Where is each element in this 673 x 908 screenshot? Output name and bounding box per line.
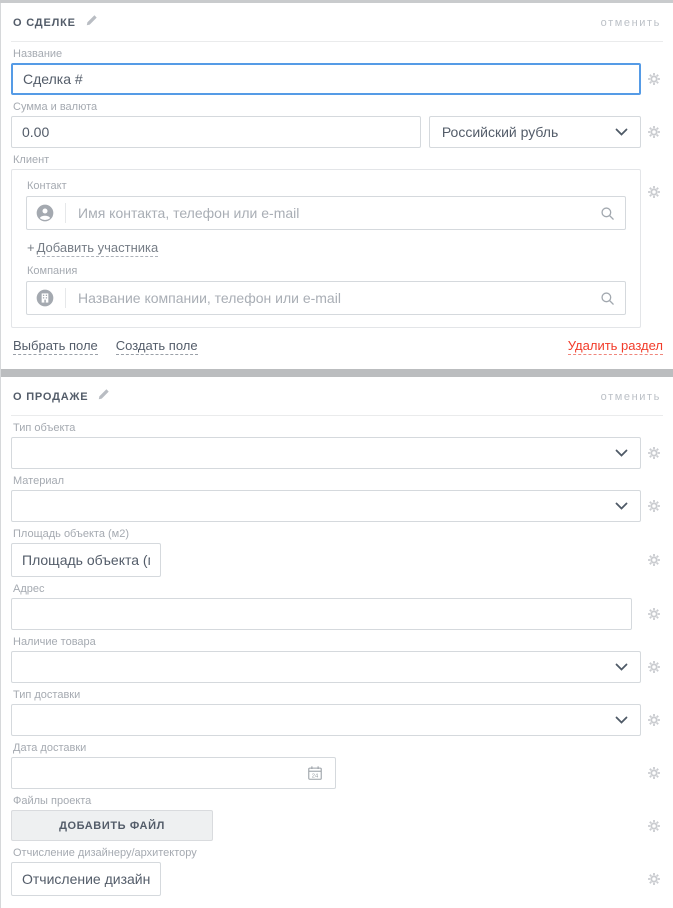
- deal-section-header: О СДЕЛКЕ отменить: [11, 3, 663, 42]
- chevron-down-icon: [615, 449, 628, 457]
- edit-section-button[interactable]: [97, 388, 110, 406]
- gear-icon[interactable]: [641, 499, 667, 513]
- address-input[interactable]: [11, 598, 632, 630]
- project-files-label: Файлы проекта: [13, 795, 667, 807]
- gear-icon[interactable]: [641, 819, 667, 833]
- search-icon[interactable]: [600, 206, 615, 221]
- select-field-link[interactable]: Выбрать поле: [13, 338, 98, 355]
- area-row: [11, 543, 667, 577]
- gear-icon[interactable]: [641, 553, 667, 567]
- chevron-down-icon: [615, 716, 628, 724]
- material-label: Материал: [13, 475, 667, 487]
- availability-select[interactable]: [11, 651, 641, 683]
- pencil-icon: [97, 388, 110, 406]
- name-field-row: [11, 63, 667, 95]
- name-input[interactable]: [11, 63, 641, 95]
- company-search-input[interactable]: [76, 289, 594, 307]
- divider: [65, 203, 66, 223]
- amount-field-label: Сумма и валюта: [13, 101, 667, 113]
- designer-fee-label: Отчисление дизайнеру/архитектору: [13, 847, 667, 859]
- address-row: [11, 598, 667, 630]
- currency-selected-value: Российский рубль: [442, 124, 558, 140]
- contact-field-label: Контакт: [27, 180, 626, 192]
- chevron-down-icon: [615, 502, 628, 510]
- person-icon: [35, 203, 55, 223]
- company-search-field[interactable]: [26, 281, 626, 315]
- designer-fee-row: [11, 862, 667, 896]
- sale-section: О ПРОДАЖЕ отменить Тип объекта Материал …: [1, 377, 673, 908]
- object-type-select[interactable]: [11, 437, 641, 469]
- gear-icon[interactable]: [641, 872, 667, 886]
- deal-section-footer: Выбрать поле Создать поле Удалить раздел: [13, 338, 663, 355]
- client-field-row: Контакт +Добавить участника Компания: [11, 169, 667, 328]
- chevron-down-icon: [615, 663, 628, 671]
- add-file-button[interactable]: ДОБАВИТЬ ФАЙЛ: [11, 810, 213, 841]
- area-label: Площадь объекта (м2): [13, 528, 667, 540]
- availability-row: [11, 651, 667, 683]
- divider: [65, 288, 66, 308]
- gear-icon[interactable]: [641, 713, 667, 727]
- delivery-type-row: [11, 704, 667, 736]
- currency-select[interactable]: Российский рубль: [429, 116, 642, 148]
- edit-section-button[interactable]: [85, 14, 98, 32]
- object-type-row: [11, 437, 667, 469]
- svg-text:24: 24: [312, 773, 319, 779]
- cancel-link[interactable]: отменить: [601, 17, 661, 29]
- address-label: Адрес: [13, 583, 667, 595]
- sale-section-header: О ПРОДАЖЕ отменить: [11, 377, 663, 416]
- delete-section-link[interactable]: Удалить раздел: [568, 338, 663, 355]
- gear-icon[interactable]: [641, 72, 667, 86]
- designer-fee-input[interactable]: [11, 862, 161, 896]
- calendar-icon[interactable]: 24: [307, 765, 323, 781]
- company-field-label: Компания: [27, 265, 626, 277]
- gear-icon[interactable]: [641, 446, 667, 460]
- building-icon: [35, 288, 55, 308]
- contact-search-field[interactable]: [26, 196, 626, 230]
- add-participant-link[interactable]: +Добавить участника: [27, 240, 626, 255]
- client-field-label: Клиент: [13, 154, 667, 166]
- deal-form-page: О СДЕЛКЕ отменить Название Сумма и валют…: [0, 3, 673, 908]
- cancel-link[interactable]: отменить: [601, 391, 661, 403]
- gear-icon[interactable]: [641, 125, 667, 139]
- deal-section-title: О СДЕЛКЕ: [13, 17, 76, 29]
- availability-label: Наличие товара: [13, 636, 667, 648]
- name-field-label: Название: [13, 48, 667, 60]
- pencil-icon: [85, 14, 98, 32]
- gear-icon[interactable]: [641, 607, 667, 621]
- chevron-down-icon: [615, 128, 628, 136]
- sale-section-title: О ПРОДАЖЕ: [13, 391, 88, 403]
- plus-icon: +: [27, 240, 35, 255]
- search-icon[interactable]: [600, 291, 615, 306]
- client-box: Контакт +Добавить участника Компания: [11, 169, 641, 328]
- delivery-date-input[interactable]: [12, 764, 307, 782]
- add-participant-label: Добавить участника: [37, 240, 159, 257]
- delivery-date-field: 24: [11, 757, 336, 789]
- object-type-label: Тип объекта: [13, 422, 667, 434]
- deal-section: О СДЕЛКЕ отменить Название Сумма и валют…: [1, 3, 673, 369]
- amount-field-row: Российский рубль: [11, 116, 667, 148]
- section-divider: [1, 369, 673, 377]
- delivery-date-label: Дата доставки: [13, 742, 667, 754]
- project-files-row: ДОБАВИТЬ ФАЙЛ: [11, 810, 667, 841]
- gear-icon[interactable]: [641, 185, 667, 199]
- amount-input[interactable]: [11, 116, 421, 148]
- contact-search-input[interactable]: [76, 204, 594, 222]
- material-row: [11, 490, 667, 522]
- create-field-link[interactable]: Создать поле: [116, 338, 198, 355]
- gear-icon[interactable]: [641, 766, 667, 780]
- delivery-type-select[interactable]: [11, 704, 641, 736]
- gear-icon[interactable]: [641, 660, 667, 674]
- area-input[interactable]: [11, 543, 161, 577]
- delivery-type-label: Тип доставки: [13, 689, 667, 701]
- material-select[interactable]: [11, 490, 641, 522]
- delivery-date-row: 24: [11, 757, 667, 789]
